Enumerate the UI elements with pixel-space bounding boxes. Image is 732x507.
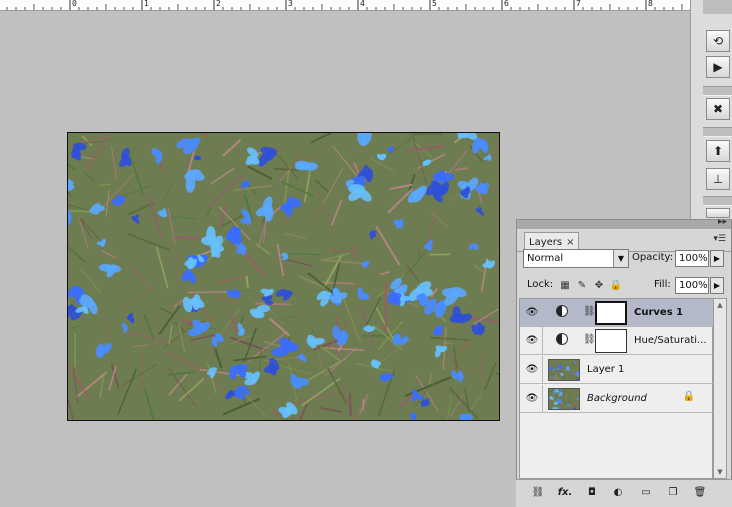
- lock-all-icon[interactable]: 🔒: [610, 279, 622, 291]
- ruler-label-2: 2: [216, 0, 221, 8]
- ruler-label-3: 3: [288, 0, 293, 8]
- actions-icon[interactable]: ▶: [706, 56, 730, 78]
- layers-scrollbar[interactable]: ▲ ▼: [713, 298, 727, 479]
- link-layers-icon[interactable]: ⛓: [529, 484, 547, 500]
- collapse-panel-icon[interactable]: ▸▸: [718, 217, 727, 227]
- layer-row-curves[interactable]: 👁 ⛓ Curves 1: [520, 299, 713, 327]
- panel-titlebar[interactable]: ▸▸: [517, 220, 731, 229]
- visibility-eye-icon[interactable]: 👁: [522, 327, 543, 354]
- layer-thumbnail-image: [549, 360, 580, 381]
- scroll-up-icon[interactable]: ▲: [714, 299, 726, 311]
- mask-link-icon[interactable]: ⛓: [583, 306, 596, 317]
- hue-saturation-adjustment-icon: [556, 333, 568, 345]
- layer-thumbnail-image: [549, 389, 580, 410]
- ruler-label-5: 5: [432, 0, 437, 8]
- flower-photo: [68, 133, 500, 421]
- fx-icon[interactable]: fx.: [556, 484, 574, 500]
- lock-image-icon[interactable]: ✎: [576, 279, 588, 291]
- layer-mask-thumbnail[interactable]: [595, 329, 627, 353]
- opacity-field[interactable]: 100%: [675, 250, 709, 267]
- layer-name[interactable]: Background: [587, 393, 647, 404]
- layer-name[interactable]: Hue/Saturati...: [634, 335, 707, 346]
- curves-adjustment-icon: [556, 305, 568, 317]
- tab-layers-label: Layers: [529, 237, 562, 248]
- visibility-eye-icon[interactable]: 👁: [522, 299, 543, 326]
- ruler-label-0: 0: [72, 0, 77, 8]
- blend-mode-value: Normal: [527, 253, 563, 264]
- ruler-label-8: 8: [648, 0, 653, 8]
- panel-menu-icon[interactable]: ▾☰: [713, 234, 726, 244]
- new-group-icon[interactable]: ▭: [637, 484, 655, 500]
- opacity-slider-button[interactable]: ▶: [710, 250, 724, 267]
- layer-row-background[interactable]: 👁 Background 🔒: [520, 385, 713, 413]
- opacity-label: Opacity:: [632, 252, 673, 263]
- lock-label: Lock:: [527, 279, 553, 290]
- new-layer-icon[interactable]: ❐: [664, 484, 682, 500]
- scroll-down-icon[interactable]: ▼: [714, 466, 726, 478]
- layer-thumbnail[interactable]: [548, 359, 580, 381]
- ruler-label-6: 6: [504, 0, 509, 8]
- close-tab-icon[interactable]: ×: [566, 237, 574, 248]
- delete-layer-icon[interactable]: 🗑: [691, 484, 709, 500]
- ruler-label-7: 7: [576, 0, 581, 8]
- dock-separator: [703, 127, 732, 137]
- layer-lock-icon: 🔒: [683, 391, 695, 402]
- new-adjustment-icon[interactable]: ◐: [609, 484, 627, 500]
- dock-collapse-bar[interactable]: [703, 0, 732, 14]
- fill-field[interactable]: 100%: [675, 277, 709, 294]
- layer-row-layer-1[interactable]: 👁 Layer 1: [520, 356, 713, 384]
- layer-name[interactable]: Layer 1: [587, 364, 624, 375]
- stamp-icon[interactable]: ⊥: [706, 168, 730, 190]
- ruler-label-4: 4: [360, 0, 365, 8]
- dock-separator: [703, 86, 732, 96]
- clone-source-icon[interactable]: ⬆: [706, 140, 730, 162]
- layer-name[interactable]: Curves 1: [634, 307, 683, 318]
- lock-position-icon[interactable]: ✥: [593, 279, 605, 291]
- fill-label: Fill:: [654, 279, 671, 290]
- lock-transparency-icon[interactable]: ▦: [559, 279, 571, 291]
- layer-mask-thumbnail[interactable]: [595, 301, 627, 325]
- layers-list: 👁 ⛓ Curves 1 👁 ⛓ Hue/Saturati... 👁 Layer…: [519, 298, 713, 479]
- document-image[interactable]: [67, 132, 500, 421]
- dock-separator: [703, 196, 732, 206]
- tools-icon[interactable]: ✖: [706, 98, 730, 120]
- horizontal-ruler: 0 1 2 3 4 5 6 7 8: [0, 0, 690, 11]
- blend-mode-select[interactable]: Normal ▼: [523, 249, 629, 268]
- ruler-label-1: 1: [144, 0, 149, 8]
- layer-row-hue-saturation[interactable]: 👁 ⛓ Hue/Saturati...: [520, 327, 713, 355]
- layer-thumbnail[interactable]: [548, 388, 580, 410]
- visibility-eye-icon[interactable]: 👁: [522, 385, 543, 412]
- fill-slider-button[interactable]: ▶: [710, 277, 724, 294]
- mask-link-icon[interactable]: ⛓: [583, 334, 596, 345]
- history-icon[interactable]: ⟲: [706, 30, 730, 52]
- layers-panel-footer: ⛓ fx. ◘ ◐ ▭ ❐ 🗑: [516, 479, 732, 507]
- chevron-down-icon: ▼: [613, 250, 628, 267]
- ruler-ticks: [0, 0, 690, 10]
- add-mask-icon[interactable]: ◘: [583, 484, 601, 500]
- visibility-eye-icon[interactable]: 👁: [522, 356, 543, 383]
